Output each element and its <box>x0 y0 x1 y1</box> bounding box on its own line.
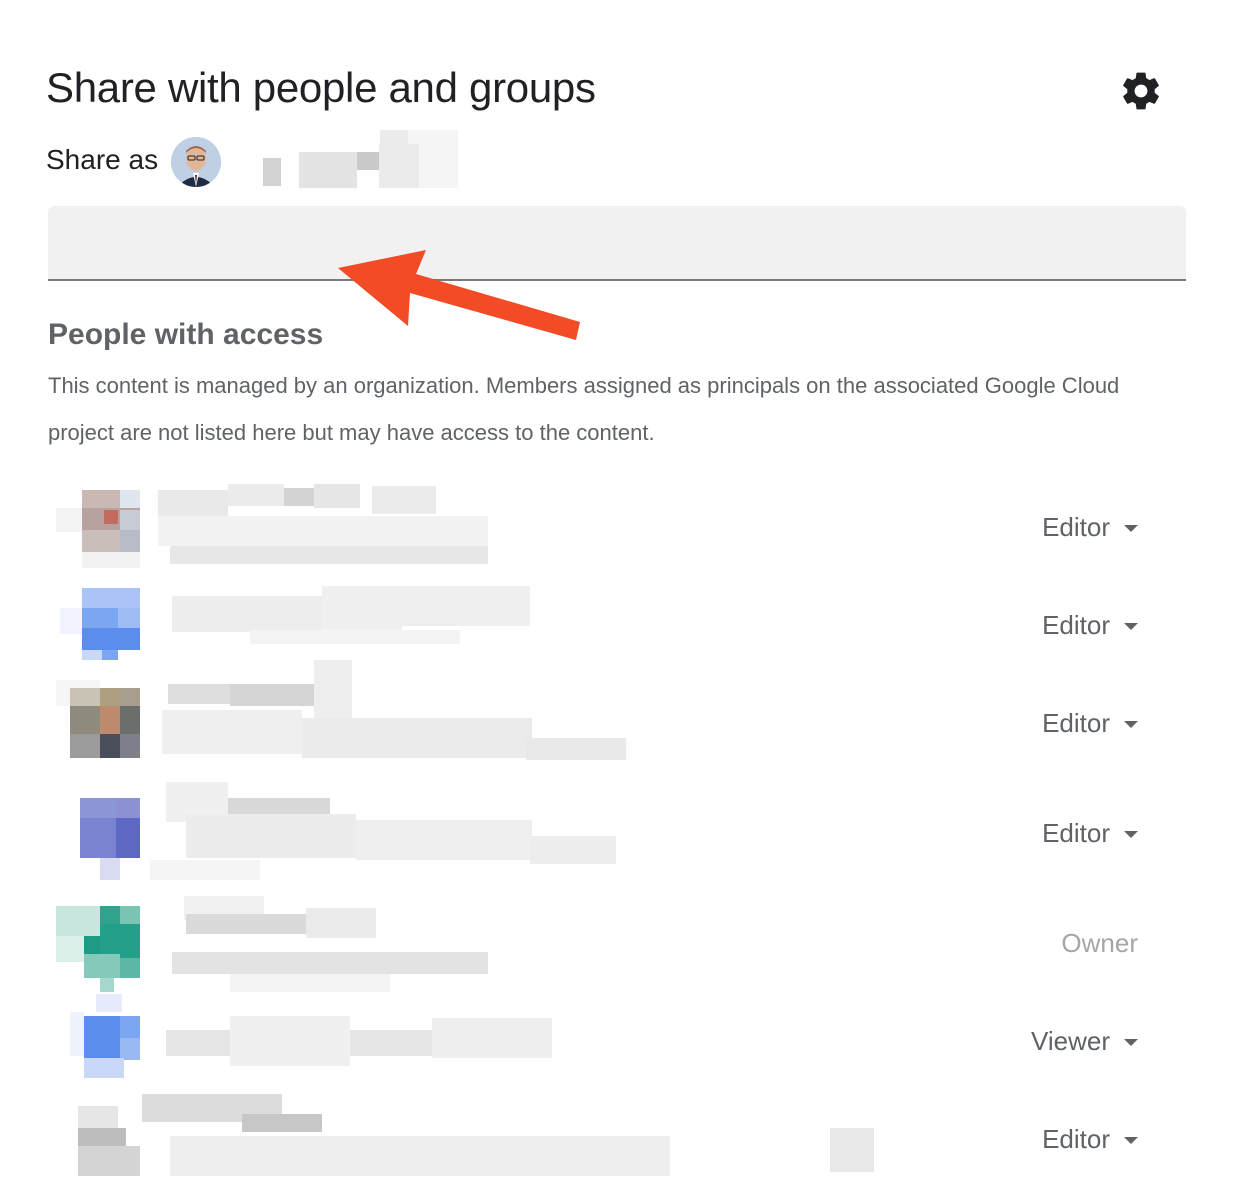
add-people-input[interactable] <box>48 206 1186 279</box>
role-dropdown[interactable]: Editor <box>1042 512 1138 543</box>
avatar <box>50 484 150 574</box>
role-label: Viewer <box>1030 1026 1110 1056</box>
role-label: Editor <box>1042 512 1110 542</box>
avatar <box>50 680 150 770</box>
role-label: Editor <box>1042 818 1110 848</box>
redacted-identity <box>150 998 650 1090</box>
caret-down-icon <box>1124 525 1138 532</box>
role-dropdown[interactable]: Editor <box>1042 708 1138 739</box>
avatar <box>50 900 150 992</box>
redacted-identity <box>142 1094 874 1188</box>
avatar[interactable] <box>171 137 221 187</box>
list-item: Editor <box>50 660 1190 772</box>
list-item: Viewer <box>50 994 1190 1090</box>
list-item: Editor <box>50 484 1190 576</box>
avatar <box>50 1096 150 1186</box>
redacted-identity <box>150 896 650 992</box>
redacted-identity <box>150 484 650 576</box>
gear-icon <box>1123 72 1159 110</box>
list-item: Editor <box>50 582 1190 674</box>
role-label: Owner <box>1061 928 1138 958</box>
redacted-identity <box>150 782 650 882</box>
redacted-identity <box>150 660 650 772</box>
avatar <box>50 790 150 880</box>
list-item: Editor <box>50 1094 1190 1188</box>
role-label: Editor <box>1042 610 1110 640</box>
role-label: Editor <box>1042 1124 1110 1154</box>
role-dropdown[interactable]: Editor <box>1042 610 1138 641</box>
role-dropdown[interactable]: Editor <box>1042 818 1138 849</box>
role-dropdown[interactable]: Viewer <box>1031 1026 1138 1057</box>
caret-down-icon <box>1124 721 1138 728</box>
role-dropdown[interactable]: Editor <box>1042 1124 1138 1155</box>
settings-button[interactable] <box>1118 68 1164 114</box>
share-dialog: Share with people and groups Share as Pe… <box>0 0 1234 1176</box>
caret-down-icon <box>1124 623 1138 630</box>
account-name-redacted <box>225 130 465 188</box>
role-label: Editor <box>1042 708 1110 738</box>
list-item: Editor <box>50 782 1190 882</box>
org-managed-notice: This content is managed by an organizati… <box>48 373 1120 445</box>
avatar <box>50 994 150 1088</box>
dialog-title: Share with people and groups <box>46 64 596 111</box>
share-as-label: Share as <box>46 144 159 175</box>
caret-down-icon <box>1124 1137 1138 1144</box>
user-photo <box>171 137 221 187</box>
people-with-access-heading: People with access <box>48 318 324 351</box>
owner-role-label: Owner <box>1061 928 1138 959</box>
add-people-input-container[interactable] <box>48 206 1186 281</box>
annotation-arrow <box>338 250 580 340</box>
avatar <box>50 582 150 672</box>
caret-down-icon <box>1124 831 1138 838</box>
list-item: Owner <box>50 896 1190 992</box>
redacted-identity <box>150 582 650 674</box>
caret-down-icon <box>1124 1039 1138 1046</box>
